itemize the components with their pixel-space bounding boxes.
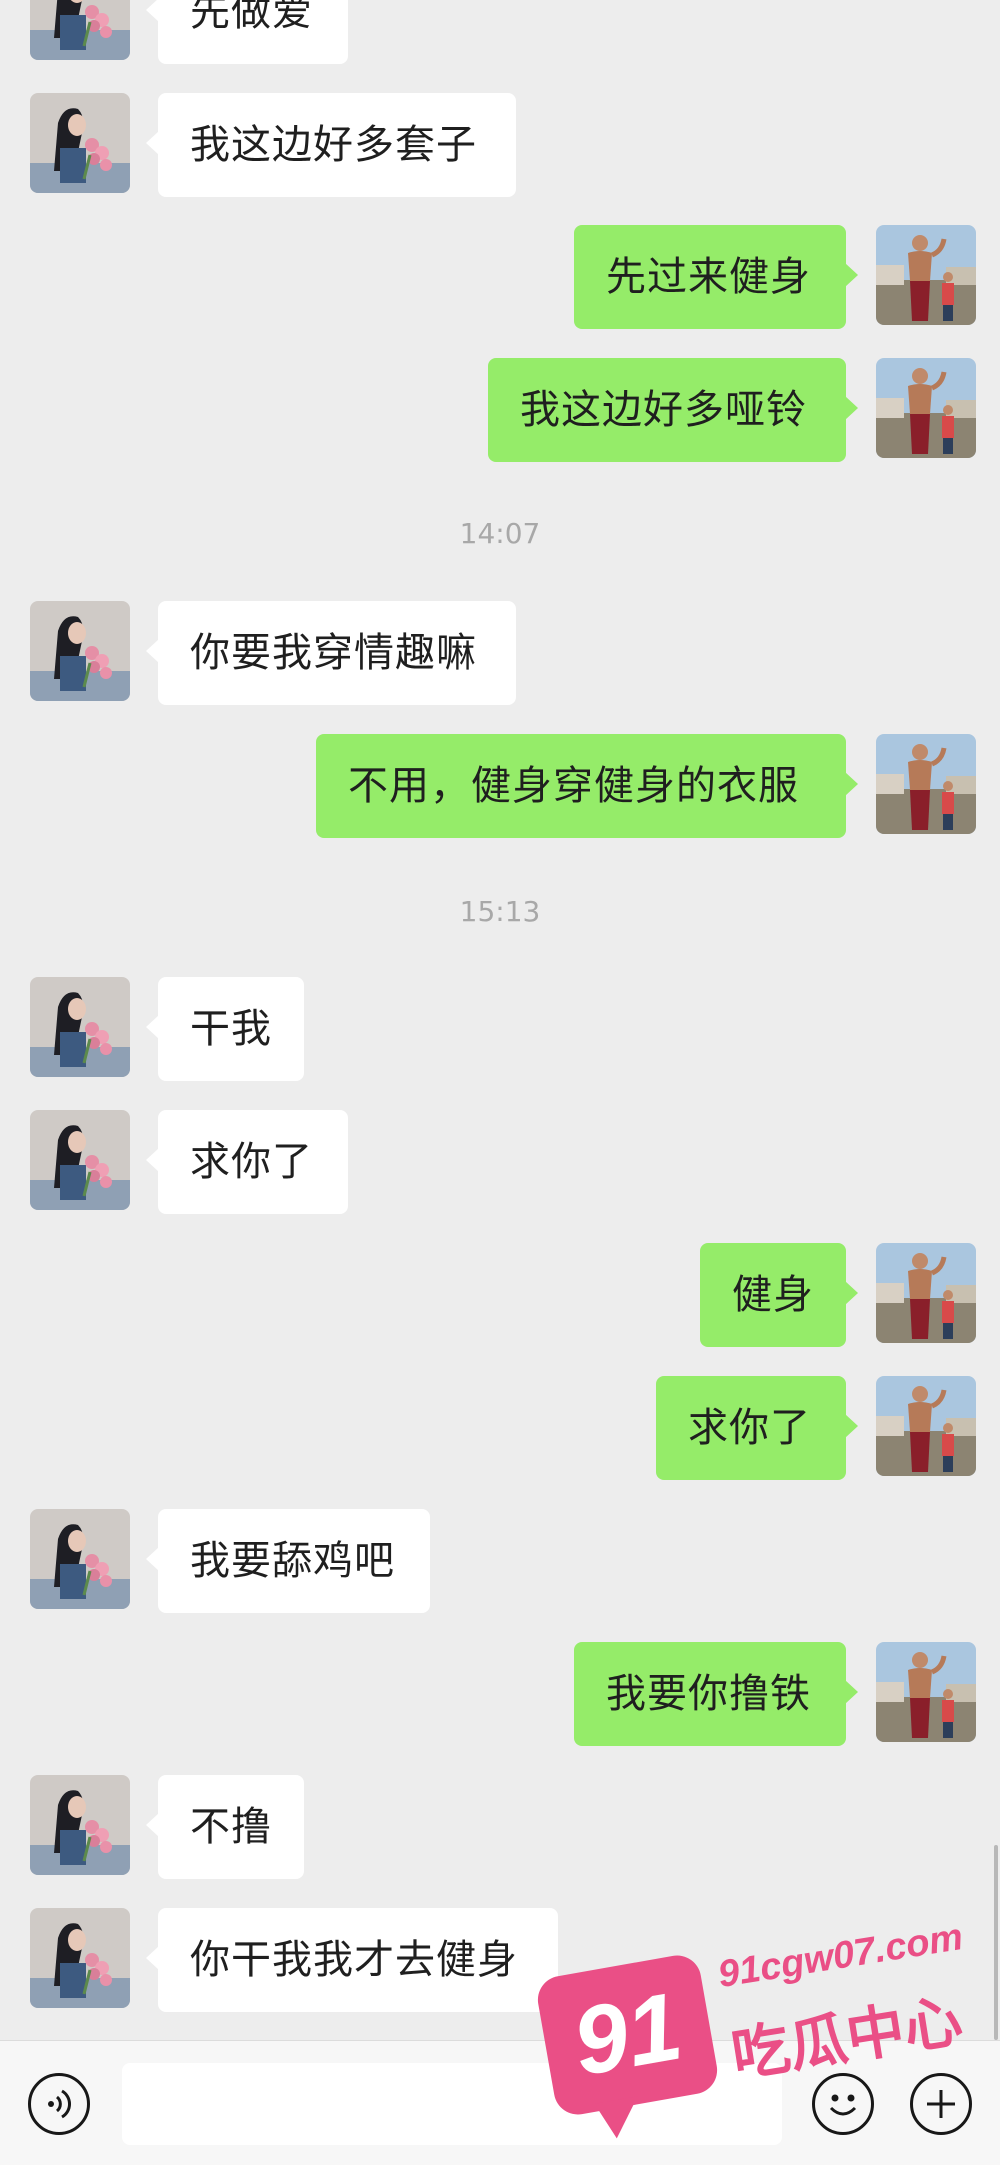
message-bubble[interactable]: 不用，健身穿健身的衣服 [316, 734, 858, 838]
contact-avatar[interactable] [30, 1775, 130, 1875]
contact-avatar[interactable] [30, 977, 130, 1077]
contact-avatar[interactable] [30, 1509, 130, 1609]
watermark-number: 91 [565, 1972, 690, 2097]
self-avatar[interactable] [876, 734, 976, 834]
contact-avatar[interactable] [30, 601, 130, 701]
message-bubble[interactable]: 我要你撸铁 [574, 1642, 858, 1746]
message-row-outgoing: 先过来健身 [0, 225, 1000, 329]
self-avatar[interactable] [876, 358, 976, 458]
contact-avatar[interactable] [30, 1908, 130, 2008]
message-bubble[interactable]: 求你了 [656, 1376, 858, 1480]
contact-avatar[interactable] [30, 1110, 130, 1210]
message-bubble[interactable]: 你要我穿情趣嘛 [146, 601, 516, 705]
message-row-incoming: 干我 [0, 977, 1000, 1081]
contact-avatar[interactable] [30, 93, 130, 193]
timestamp: 15:13 [459, 895, 541, 928]
chat-area[interactable]: 先做爱我这边好多套子 先过来健身我这边好多哑铃 14:07 你要我穿情趣嘛不用，健身穿… [0, 0, 1000, 2040]
message-row-incoming: 你要我穿情趣嘛 [0, 601, 1000, 705]
message-bubble[interactable]: 我这边好多套子 [146, 93, 516, 197]
message-row-outgoing: 我要你撸铁 [0, 1642, 1000, 1746]
message-bubble[interactable]: 我要舔鸡吧 [146, 1509, 430, 1613]
message-row-outgoing: 我这边好多哑铃 [0, 358, 1000, 462]
message-row-incoming: 先做爱 [0, 0, 1000, 64]
self-avatar[interactable] [876, 1376, 976, 1476]
watermark: 91 91cgw07.com 吃瓜中心 [534, 1895, 995, 2125]
message-bubble[interactable]: 干我 [146, 977, 304, 1081]
message-bubble[interactable]: 求你了 [146, 1110, 348, 1214]
message-bubble[interactable]: 先过来健身 [574, 225, 858, 329]
watermark-logo: 91 [534, 1951, 721, 2119]
message-bubble[interactable]: 先做爱 [146, 0, 348, 64]
message-row-outgoing: 健身 [0, 1243, 1000, 1347]
voice-icon-glyph [48, 2089, 72, 2119]
self-avatar[interactable] [876, 1243, 976, 1343]
message-row-incoming: 我要舔鸡吧 [0, 1509, 1000, 1613]
message-row-outgoing: 不用，健身穿健身的衣服 [0, 734, 1000, 838]
message-bubble[interactable]: 我这边好多哑铃 [488, 358, 858, 462]
message-bubble[interactable]: 不撸 [146, 1775, 304, 1879]
message-row-incoming: 我这边好多套子 [0, 93, 1000, 197]
message-bubble[interactable]: 你干我我才去健身 [146, 1908, 558, 2012]
watermark-name: 吃瓜中心 [726, 1986, 967, 2090]
voice-icon[interactable] [28, 2073, 90, 2135]
message-row-incoming: 求你了 [0, 1110, 1000, 1214]
message-row-incoming: 不撸 [0, 1775, 1000, 1879]
contact-avatar[interactable] [30, 0, 130, 60]
self-avatar[interactable] [876, 225, 976, 325]
message-bubble[interactable]: 健身 [700, 1243, 858, 1347]
message-row-outgoing: 求你了 [0, 1376, 1000, 1480]
timestamp: 14:07 [459, 517, 541, 550]
self-avatar[interactable] [876, 1642, 976, 1742]
